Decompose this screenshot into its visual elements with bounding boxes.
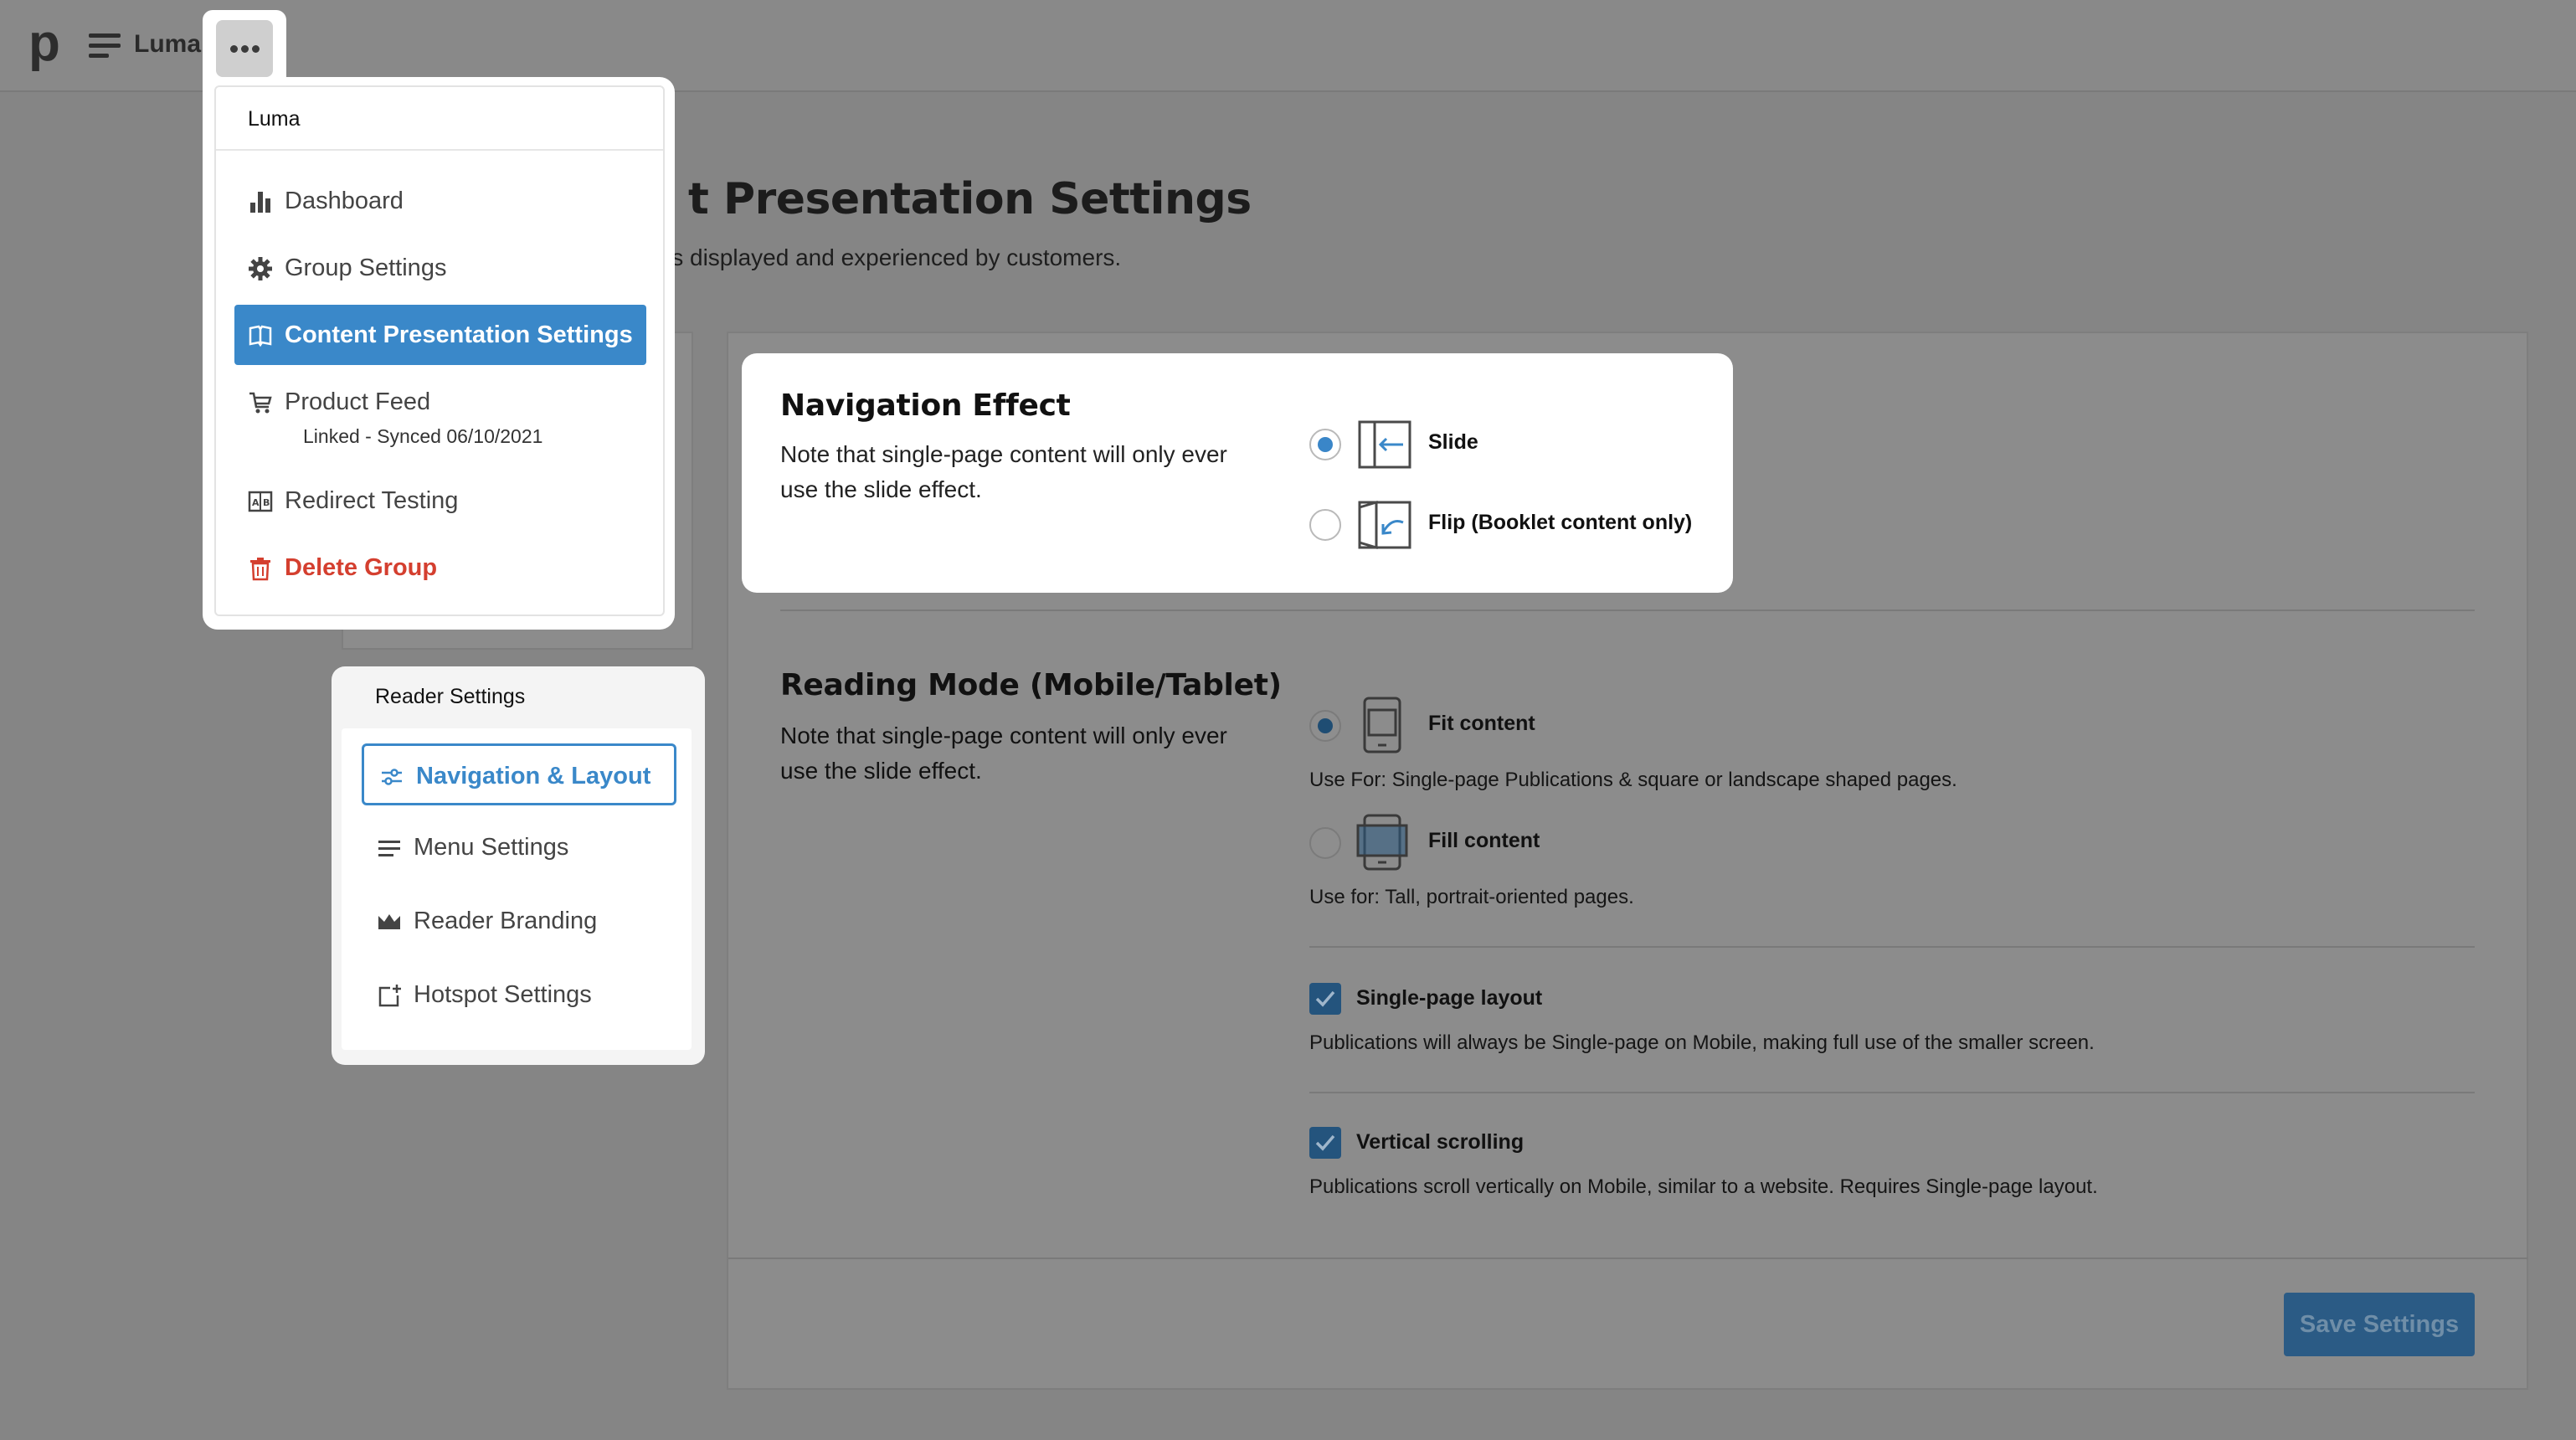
reader-settings-panel: Reader Settings Navigation & Layout Menu… bbox=[332, 666, 705, 1065]
reading-mode-title: Reading Mode (Mobile/Tablet) bbox=[780, 668, 1282, 702]
fill-content-radio[interactable] bbox=[1309, 827, 1341, 859]
hamburger-menu-icon[interactable] bbox=[89, 33, 121, 59]
fill-content-icon bbox=[1356, 814, 1408, 871]
section-divider bbox=[780, 609, 2475, 611]
menu-item-delete-group[interactable]: Delete Group bbox=[234, 537, 646, 598]
hotspot-icon bbox=[378, 985, 401, 1007]
book-icon bbox=[249, 325, 272, 347]
reader-settings-list: Navigation & Layout Menu Settings Reader… bbox=[342, 728, 692, 1050]
fit-content-icon bbox=[1363, 697, 1401, 753]
sidebar-item-label: Reader Branding bbox=[414, 908, 598, 934]
menu-item-label: Redirect Testing bbox=[285, 487, 459, 514]
menu-item-label: Product Feed bbox=[285, 388, 431, 415]
menu-item-redirect-testing[interactable]: A B Redirect Testing bbox=[234, 471, 646, 531]
flip-radio[interactable] bbox=[1309, 509, 1341, 541]
bar-chart-icon bbox=[250, 192, 270, 213]
fit-content-radio[interactable] bbox=[1309, 710, 1341, 742]
fit-content-help: Use For: Single-page Publications & squa… bbox=[1309, 769, 1957, 791]
menu-item-group-settings[interactable]: Group Settings bbox=[234, 238, 646, 298]
ab-test-icon: A B bbox=[248, 491, 273, 512]
dot-icon bbox=[229, 45, 238, 53]
menu-lines-icon bbox=[378, 841, 400, 856]
single-page-layout-label: Single-page layout bbox=[1356, 986, 1543, 1010]
navigation-effect-title: Navigation Effect bbox=[780, 388, 1071, 423]
reader-settings-title: Reader Settings bbox=[375, 685, 526, 708]
dot-icon bbox=[240, 45, 249, 53]
footer-divider bbox=[728, 1257, 2528, 1259]
sidebar-item-menu-settings[interactable]: Menu Settings bbox=[362, 817, 676, 879]
app-logo-icon[interactable]: p bbox=[28, 18, 62, 69]
menu-item-label: Group Settings bbox=[285, 255, 447, 281]
slide-label: Slide bbox=[1428, 430, 1478, 454]
fill-content-label: Fill content bbox=[1428, 829, 1540, 852]
save-settings-button[interactable]: Save Settings bbox=[2284, 1293, 2475, 1356]
single-page-layout-help: Publications will always be Single-page … bbox=[1309, 1031, 2095, 1054]
group-name: Luma bbox=[134, 30, 202, 58]
navigation-effect-note: Note that single-page content will only … bbox=[780, 441, 1227, 502]
fill-content-help: Use for: Tall, portrait-oriented pages. bbox=[1309, 886, 1634, 908]
sliders-icon bbox=[382, 769, 402, 785]
slide-effect-icon bbox=[1358, 420, 1411, 469]
menu-item-content-presentation-settings[interactable]: Content Presentation Settings bbox=[234, 305, 646, 365]
single-page-layout-checkbox[interactable] bbox=[1309, 983, 1341, 1015]
sidebar-item-reader-branding[interactable]: Reader Branding bbox=[362, 891, 676, 953]
trash-icon bbox=[250, 558, 270, 581]
svg-text:A: A bbox=[252, 497, 260, 508]
menu-item-product-feed[interactable]: Product Feed Linked - Synced 06/10/2021 bbox=[234, 372, 646, 455]
sidebar-item-label: Navigation & Layout bbox=[416, 763, 651, 789]
navigation-effect-card: Navigation Effect Note that single-page … bbox=[742, 353, 1733, 593]
sidebar-item-navigation-layout[interactable]: Navigation & Layout bbox=[362, 743, 676, 805]
svg-text:B: B bbox=[263, 497, 270, 508]
more-button-highlight bbox=[203, 10, 286, 85]
reading-mode-note: Note that single-page content will only … bbox=[780, 723, 1227, 784]
option-divider bbox=[1309, 946, 2475, 948]
dropdown-group-name: Luma bbox=[248, 107, 301, 131]
vertical-scrolling-label: Vertical scrolling bbox=[1356, 1130, 1525, 1154]
menu-item-label: Delete Group bbox=[285, 554, 438, 581]
fit-content-label: Fit content bbox=[1428, 712, 1535, 735]
menu-item-dashboard[interactable]: Dashboard bbox=[234, 171, 646, 231]
vertical-scrolling-checkbox[interactable] bbox=[1309, 1127, 1341, 1159]
crown-icon bbox=[378, 914, 400, 929]
flip-effect-icon bbox=[1358, 501, 1411, 549]
menu-item-label: Dashboard bbox=[285, 188, 404, 214]
sidebar-item-label: Hotspot Settings bbox=[414, 981, 592, 1008]
menu-item-label: Content Presentation Settings bbox=[285, 321, 633, 348]
sidebar-item-label: Menu Settings bbox=[414, 834, 569, 861]
cart-icon bbox=[249, 392, 272, 414]
gear-icon bbox=[249, 257, 272, 280]
sidebar-item-hotspot-settings[interactable]: Hotspot Settings bbox=[362, 964, 676, 1026]
flip-label: Flip (Booklet content only) bbox=[1428, 511, 1693, 534]
dot-icon bbox=[251, 45, 260, 53]
product-feed-sync-status: Linked - Synced 06/10/2021 bbox=[303, 425, 543, 447]
dropdown-header: Luma bbox=[216, 87, 663, 151]
group-dropdown-menu: Luma Dashboard Group Settings Content Pr… bbox=[214, 85, 665, 616]
option-divider bbox=[1309, 1092, 2475, 1093]
more-options-button[interactable] bbox=[216, 20, 273, 77]
slide-radio[interactable] bbox=[1309, 429, 1341, 460]
page-title: t Presentation Settings bbox=[688, 174, 1252, 224]
page-subtitle: is displayed and experienced by customer… bbox=[666, 244, 1122, 270]
vertical-scrolling-help: Publications scroll vertically on Mobile… bbox=[1309, 1175, 2098, 1198]
